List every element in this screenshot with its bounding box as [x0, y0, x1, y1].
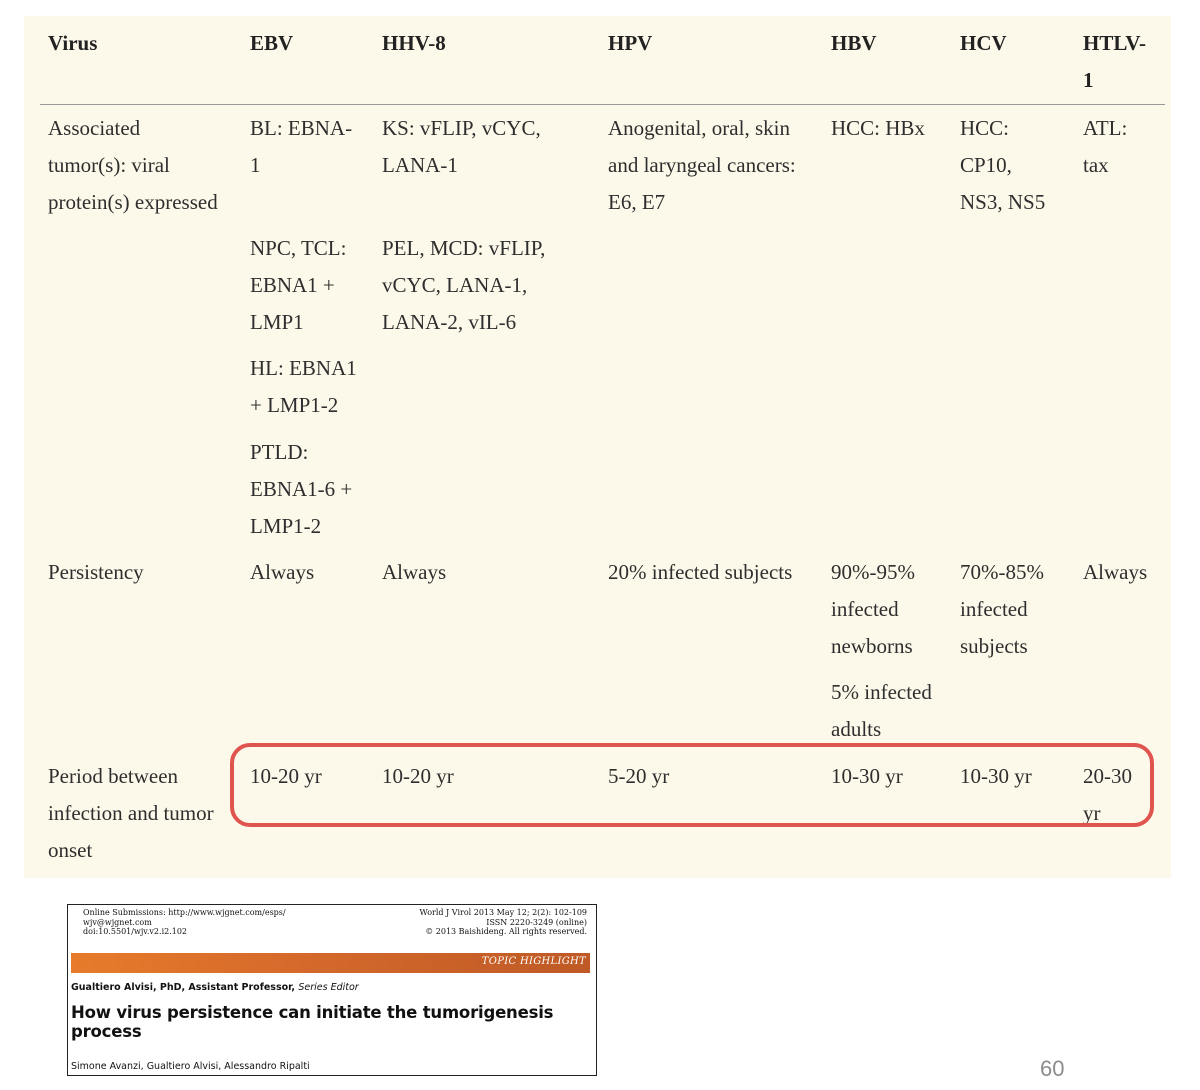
article-title: How virus persistence can initiate the t… [71, 1003, 554, 1041]
cell-hhv8-pel-mcd: PEL, MCD: vFLIP, vCYC, LANA-1, LANA-2, v… [382, 236, 546, 334]
row-label-persistency: Persistency [48, 560, 144, 584]
header-htlv1: HTLV- 1 [1083, 31, 1147, 92]
cell-hbv-hcc: HCC: HBx [831, 116, 925, 140]
header-divider [40, 104, 1165, 105]
cell-ebv-ptld: PTLD: EBNA1-6 + LMP1-2 [250, 440, 353, 538]
cell-ebv-npc-tcl: NPC, TCL: EBNA1 + LMP1 [250, 236, 347, 334]
period-row-highlight [230, 743, 1154, 827]
article-authors: Simone Avanzi, Gualtiero Alvisi, Alessan… [71, 1061, 310, 1072]
cell-hpv-persistency: 20% infected subjects [608, 560, 793, 584]
header-virus: Virus [48, 31, 98, 55]
cell-htlv1-persistency: Always [1083, 560, 1148, 584]
cell-ebv-hl: HL: EBNA1 + LMP1-2 [250, 356, 357, 417]
cell-hbv-persistency-adults: 5% infected adults [831, 680, 932, 741]
header-hhv8: HHV-8 [382, 31, 446, 55]
cell-ebv-bl: BL: EBNA- 1 [250, 116, 353, 177]
slide-page-number: 60 [1040, 1056, 1065, 1081]
cell-htlv1-atl: ATL: tax [1083, 116, 1128, 177]
journal-submission-info: Online Submissions: http://www.wjgnet.co… [83, 908, 286, 937]
topic-highlight-label: TOPIC HIGHLIGHT [481, 956, 586, 967]
cell-hhv8-persistency: Always [382, 560, 447, 584]
journal-citation-info: World J Virol 2013 May 12; 2(2): 102-109… [419, 908, 587, 937]
cell-hpv-cancers: Anogenital, oral, skin and laryngeal can… [608, 116, 796, 214]
header-hbv: HBV [831, 31, 877, 55]
cell-ebv-persistency: Always [250, 560, 315, 584]
cell-hcv-hcc: HCC: CP10, NS3, NS5 [960, 116, 1046, 214]
topic-highlight-bar: TOPIC HIGHLIGHT [71, 953, 590, 973]
row-label-associated-tumors: Associated tumor(s): viral protein(s) ex… [48, 116, 218, 214]
editor-name: Gualtiero Alvisi, PhD, Assistant Profess… [71, 982, 296, 993]
header-hpv: HPV [608, 31, 653, 55]
series-editor: Gualtiero Alvisi, PhD, Assistant Profess… [71, 982, 359, 993]
cell-hcv-persistency: 70%-85% infected subjects [960, 560, 1044, 658]
cell-hbv-persistency-newborns: 90%-95% infected newborns [831, 560, 915, 658]
row-label-period: Period between infection and tumor onset [48, 764, 214, 862]
header-ebv: EBV [250, 31, 294, 55]
header-hcv: HCV [960, 31, 1007, 55]
cell-hhv8-ks: KS: vFLIP, vCYC, LANA-1 [382, 116, 541, 177]
article-header-clipping: Online Submissions: http://www.wjgnet.co… [67, 904, 597, 1076]
editor-role: Series Editor [298, 982, 359, 993]
